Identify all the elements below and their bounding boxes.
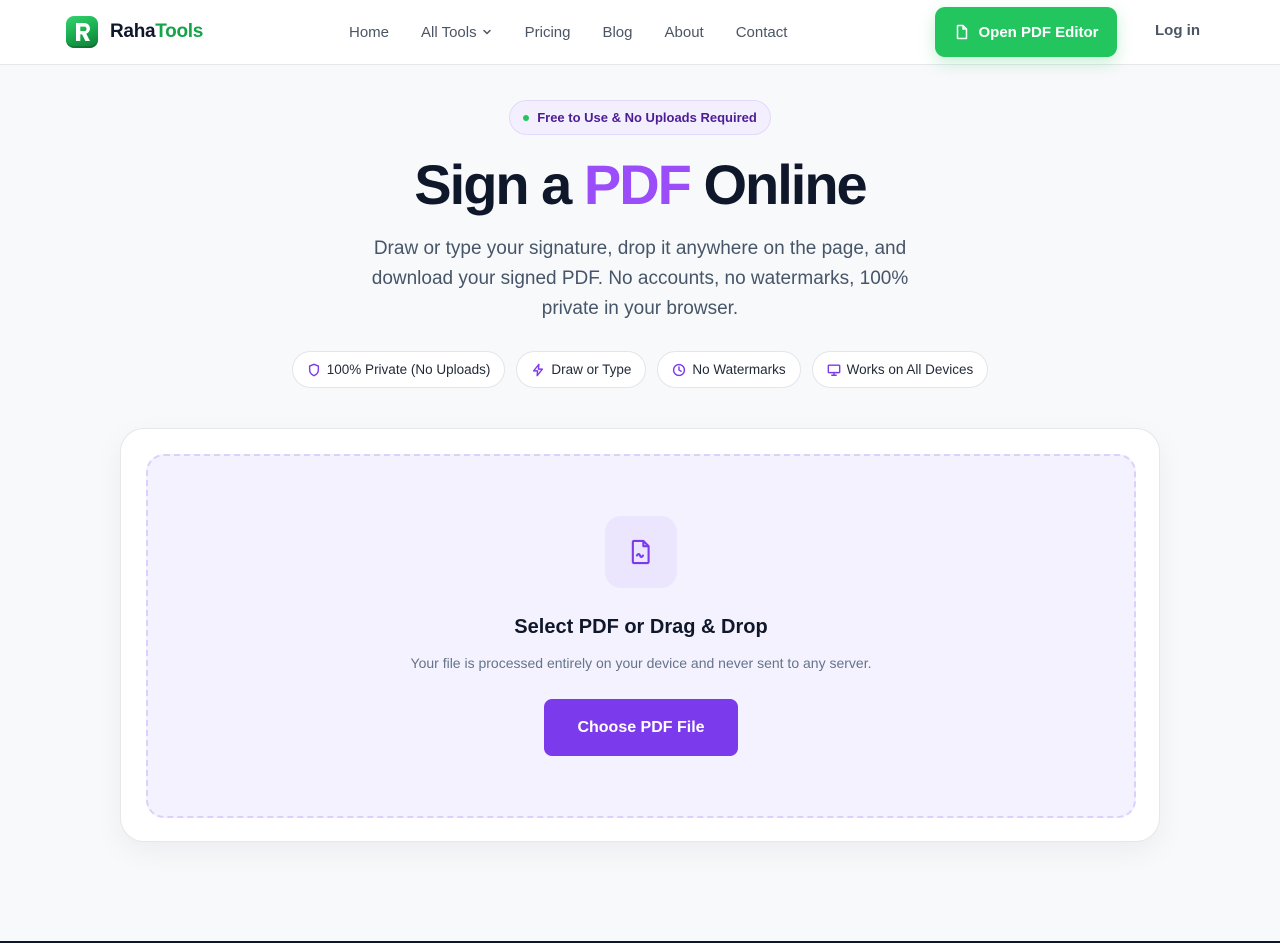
nav-blog-label: Blog — [602, 23, 633, 41]
file-signature-icon-box — [605, 516, 677, 588]
logo-link[interactable]: RahaTools — [66, 16, 203, 48]
title-after: Online — [689, 153, 867, 216]
login-link[interactable]: Log in — [1155, 22, 1200, 42]
feature-chip-watermarks-label: No Watermarks — [692, 362, 786, 377]
feature-chip-draw-label: Draw or Type — [551, 362, 632, 377]
open-pdf-editor-button[interactable]: Open PDF Editor — [935, 7, 1117, 57]
title-accent: PDF — [583, 153, 692, 216]
feature-chip-devices-label: Works on All Devices — [846, 362, 974, 377]
clock-icon — [673, 363, 686, 376]
main-nav: Home All Tools Pricing Blog About Contac… — [349, 0, 787, 64]
file-icon — [956, 24, 967, 40]
feature-chip-draw: Draw or Type — [516, 351, 647, 388]
hero-subtitle: Draw or type your signature, drop it any… — [371, 238, 909, 319]
feature-chip-private-label: 100% Private (No Uploads) — [326, 362, 491, 377]
lightning-icon — [533, 363, 544, 376]
title-before: Sign a — [414, 153, 584, 216]
nav-contact[interactable]: Contact — [736, 24, 788, 41]
hero-badge-label: Free to Use & No Uploads Required — [537, 110, 757, 125]
raha-logo-icon — [66, 16, 98, 48]
page-title: Sign a PDF Online — [0, 152, 1280, 218]
nav-home-label: Home — [349, 23, 390, 41]
nav-home[interactable]: Home — [349, 24, 389, 41]
feature-chips: 100% Private (No Uploads) Draw or Type N… — [0, 351, 1280, 388]
nav-all-tools[interactable]: All Tools — [421, 24, 493, 41]
nav-pricing-label: Pricing — [524, 23, 571, 41]
choose-pdf-button[interactable]: Choose PDF File — [544, 699, 738, 756]
dropzone-title: Select PDF or Drag & Drop — [514, 616, 768, 638]
site-header: RahaTools Home All Tools Pricing Blog Ab… — [0, 0, 1280, 65]
feature-chip-watermarks: No Watermarks — [657, 351, 801, 388]
feature-chip-private: 100% Private (No Uploads) — [291, 351, 506, 388]
nav-all-tools-label: All Tools — [421, 23, 477, 41]
badge-dot — [523, 114, 530, 121]
pdf-dropzone[interactable]: Select PDF or Drag & Drop Your file is p… — [146, 454, 1136, 818]
nav-pricing[interactable]: Pricing — [525, 24, 571, 41]
shield-icon — [308, 363, 319, 376]
open-pdf-editor-label: Open PDF Editor — [978, 23, 1099, 41]
nav-blog[interactable]: Blog — [602, 24, 632, 41]
nav-about-label: About — [664, 23, 704, 41]
feature-chip-devices: Works on All Devices — [811, 351, 989, 388]
hero-badge: Free to Use & No Uploads Required — [509, 100, 771, 135]
logo-text-part1: Raha — [110, 21, 156, 42]
logo-text: RahaTools — [110, 21, 203, 43]
dropzone-subtitle: Your file is processed entirely on your … — [410, 655, 872, 671]
file-signature-icon — [631, 539, 650, 565]
monitor-icon — [827, 363, 841, 376]
upload-card: Select PDF or Drag & Drop Your file is p… — [120, 428, 1160, 842]
nav-about[interactable]: About — [665, 24, 704, 41]
chevron-down-icon — [482, 29, 491, 35]
logo-text-part2: Tools — [155, 21, 204, 42]
nav-contact-label: Contact — [735, 23, 788, 41]
